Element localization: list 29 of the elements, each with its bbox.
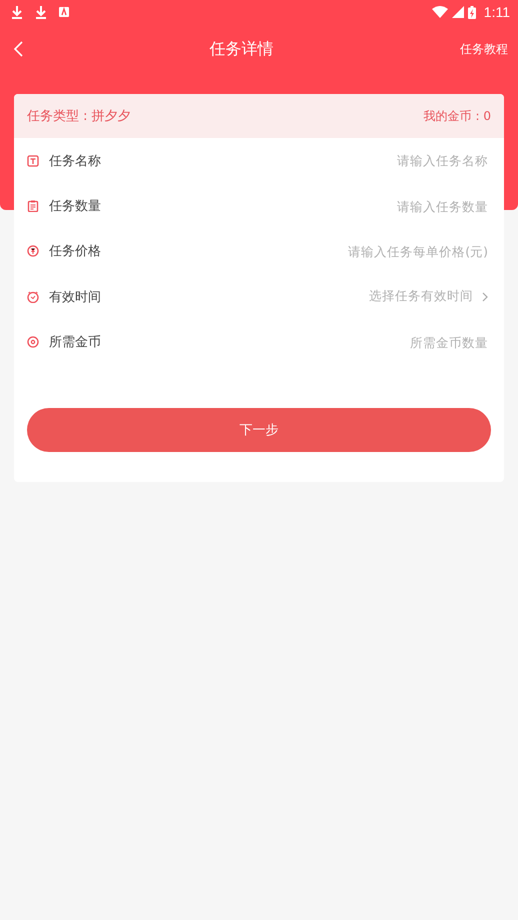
clock-icon: [27, 290, 39, 303]
download-icon: [11, 6, 23, 18]
download-icon: [35, 6, 47, 18]
input-field[interactable]: 请输入任务数量: [101, 198, 488, 214]
field-label: 任务价格: [49, 243, 101, 260]
back-icon[interactable]: [13, 41, 23, 57]
coin-balance: 我的金币 : 0: [424, 108, 491, 124]
wifi-icon: [432, 6, 448, 18]
yen-icon: [27, 245, 39, 258]
coin-icon: [27, 336, 39, 348]
page-title: 任务详情: [208, 38, 274, 60]
clock-time: 1:11: [484, 4, 510, 20]
field-label: 所需金币: [49, 334, 101, 352]
field-label: 任务名称: [49, 152, 101, 170]
tutorial-link[interactable]: 任务教程: [460, 40, 508, 58]
input-field[interactable]: 所需金币数量: [101, 334, 488, 350]
text-icon: [27, 154, 39, 167]
next-button[interactable]: 下一步: [27, 408, 491, 452]
battery-icon: [468, 6, 476, 18]
input-field[interactable]: 请输入任务每单价格(元): [101, 244, 488, 259]
time-picker[interactable]: 选择任务有效时间: [101, 288, 473, 306]
clipboard-icon: [27, 200, 39, 212]
signal-icon: [452, 6, 464, 18]
app-notification-icon: [59, 7, 69, 17]
chevron-icon: [482, 292, 488, 302]
field-label: 任务数量: [49, 198, 101, 216]
task-type-label: 任务类型 : 拼夕夕: [27, 108, 131, 125]
field-label: 有效时间: [49, 288, 101, 306]
input-field[interactable]: 请输入任务名称: [101, 153, 488, 168]
